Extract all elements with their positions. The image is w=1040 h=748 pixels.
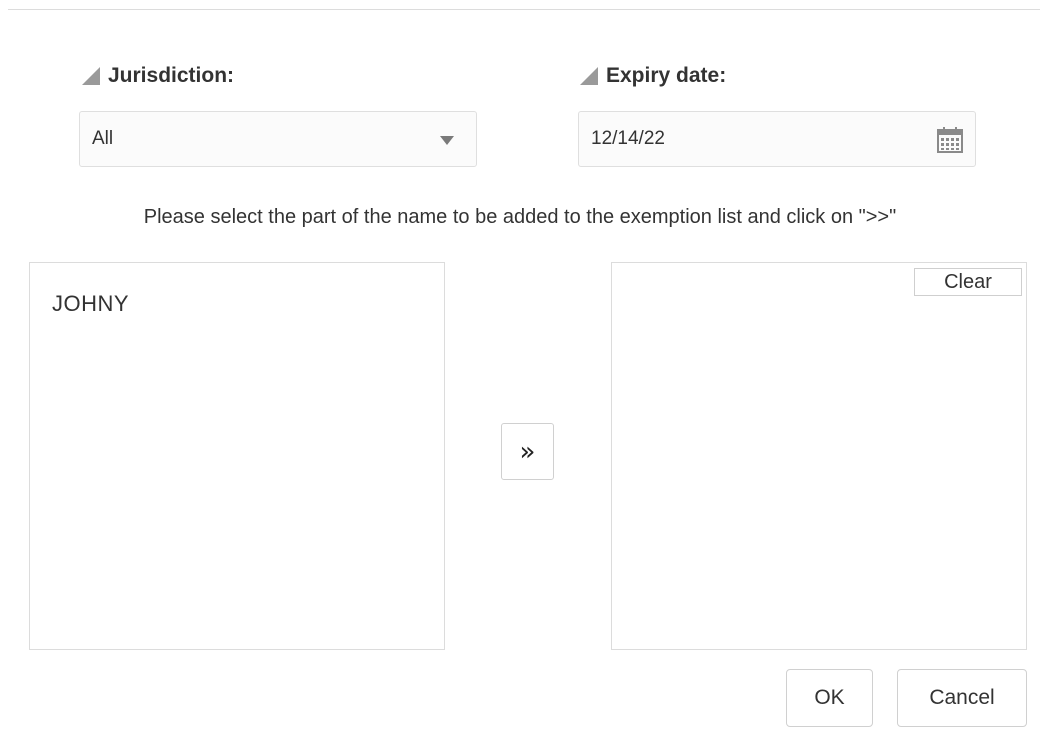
exemption-list[interactable]: Clear <box>611 262 1027 650</box>
name-part-item[interactable]: JOHNY <box>52 291 129 317</box>
jurisdiction-label-text: Jurisdiction: <box>108 64 235 87</box>
triangle-marker-icon <box>82 67 100 85</box>
exemption-dialog: Jurisdiction: Expiry date: All 12/14/22 <box>0 0 1040 748</box>
expiry-date-value: 12/14/22 <box>591 128 665 149</box>
calendar-icon[interactable] <box>935 125 965 155</box>
top-divider <box>8 9 1040 10</box>
cancel-button[interactable]: Cancel <box>897 669 1027 727</box>
expiry-date-label: Expiry date: <box>580 64 726 88</box>
clear-button[interactable]: Clear <box>914 268 1022 296</box>
expiry-date-label-text: Expiry date: <box>606 64 727 87</box>
double-chevron-right-icon: » <box>519 436 536 467</box>
ok-button[interactable]: OK <box>786 669 873 727</box>
dropdown-arrow-icon[interactable] <box>440 136 454 145</box>
instruction-text: Please select the part of the name to be… <box>143 206 897 228</box>
triangle-marker-icon <box>580 67 598 85</box>
add-to-exemption-button[interactable]: » <box>501 423 554 480</box>
jurisdiction-label: Jurisdiction: <box>82 64 234 88</box>
name-parts-list[interactable]: JOHNY <box>29 262 445 650</box>
jurisdiction-select[interactable]: All <box>79 111 477 167</box>
jurisdiction-selected-value: All <box>92 128 114 149</box>
expiry-date-input[interactable]: 12/14/22 <box>578 111 976 167</box>
